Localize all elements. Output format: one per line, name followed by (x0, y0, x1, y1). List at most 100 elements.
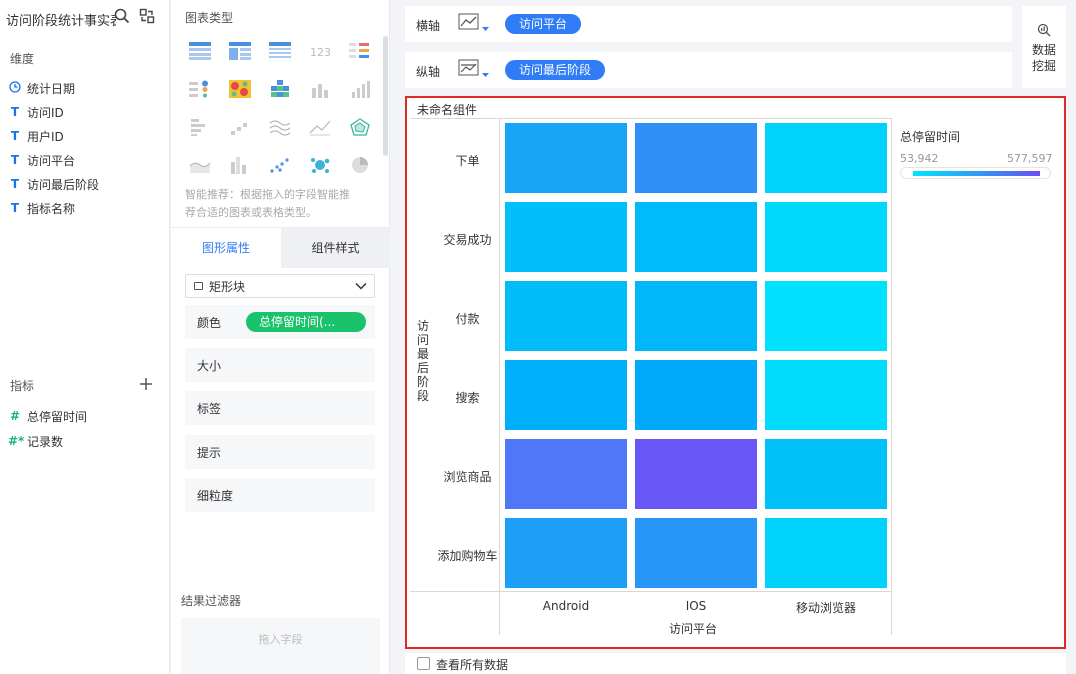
row-label: 下单 (455, 154, 480, 168)
chevron-down-icon (354, 279, 368, 296)
multi-line-chart-icon[interactable] (269, 118, 291, 136)
tooltip-property[interactable]: 提示 (185, 435, 375, 469)
color-legend-bar[interactable] (900, 167, 1051, 179)
metrics-title: 指标 (10, 379, 35, 393)
heatmap-cell[interactable] (505, 518, 627, 588)
pie-chart-icon[interactable] (349, 156, 371, 174)
text-type-icon: T (10, 105, 20, 119)
data-mining-button[interactable]: 数据 挖掘 (1022, 6, 1066, 88)
show-all-data-label[interactable]: 查看所有数据 (436, 656, 508, 673)
detail-table-icon[interactable] (269, 42, 291, 60)
point-map-icon[interactable] (189, 80, 211, 98)
legend-min-value: 53,942 (900, 152, 939, 165)
show-all-data-checkbox[interactable] (417, 657, 430, 670)
heatmap-cell[interactable] (765, 202, 887, 272)
heatmap-cell[interactable] (765, 360, 887, 430)
x-axis-title: 访问平台 (669, 622, 718, 636)
heat-region-map-icon[interactable] (229, 80, 251, 98)
dataset-title[interactable]: 访问阶段统计事实表 (6, 10, 116, 29)
legend-gradient (913, 171, 1040, 176)
line-chart-dropdown-icon[interactable] (457, 58, 491, 82)
granularity-property-label: 细粒度 (197, 488, 234, 503)
area-chart-icon[interactable] (189, 156, 211, 174)
tooltip-property-label: 提示 (197, 445, 222, 460)
label-property-label: 标签 (197, 401, 222, 416)
heatmap-cell[interactable] (635, 360, 757, 430)
color-property[interactable]: 颜色 总停留时间(... (185, 305, 375, 339)
metric-item-total-stay[interactable]: # 总停留时间 (8, 406, 87, 426)
heatmap-cell[interactable] (505, 202, 627, 272)
y-axis-row: 纵轴 访问最后阶段 (405, 52, 1012, 88)
kpi-card-icon[interactable] (349, 42, 371, 60)
filter-dropzone[interactable]: 拖入字段 (181, 618, 380, 674)
radar-chart-icon[interactable] (349, 118, 371, 136)
add-icon[interactable] (138, 376, 154, 392)
row-label: 付款 (455, 312, 480, 326)
chart-types-scrollbar[interactable] (383, 36, 388, 156)
heatmap-cell[interactable] (635, 439, 757, 509)
column-chart-icon[interactable] (349, 80, 371, 98)
y-axis-field-pill[interactable]: 访问最后阶段 (505, 60, 606, 80)
stacked-bar-icon[interactable] (189, 118, 211, 136)
dimension-item-stat-date[interactable]: 统计日期 (8, 78, 75, 98)
tab-component-style[interactable]: 组件样式 (281, 228, 390, 268)
data-mining-label-line2: 挖掘 (1031, 59, 1056, 73)
heatmap-cell[interactable] (505, 360, 627, 430)
dimension-label: 访问ID (27, 105, 64, 120)
table-chart-icon[interactable] (189, 42, 211, 60)
heatmap-cell[interactable] (635, 202, 757, 272)
heatmap-cell[interactable] (765, 439, 887, 509)
shape-select[interactable]: 矩形块 (185, 274, 375, 298)
row-label: 交易成功 (443, 233, 492, 247)
heatmap-cell[interactable] (635, 518, 757, 588)
scatter-chart-icon[interactable] (269, 156, 291, 174)
crosstab-chart-icon[interactable] (229, 42, 251, 60)
heatmap-cell[interactable] (505, 281, 627, 351)
heatmap-cell[interactable] (765, 281, 887, 351)
heatmap-cell[interactable] (765, 123, 887, 193)
footer-bar: 查看所有数据 (405, 653, 1066, 674)
granularity-property[interactable]: 细粒度 (185, 478, 375, 512)
label-property[interactable]: 标签 (185, 391, 375, 425)
config-panel: 图表类型 123 智能推荐：根据拖入的字段智能推荐合适的图表或表格类型。 图形属… (171, 0, 390, 674)
size-property-label: 大小 (197, 358, 222, 373)
waterfall-chart-icon[interactable] (229, 118, 251, 136)
chart-types-title: 图表类型 (185, 11, 234, 25)
kpi-number-icon[interactable]: 123 (309, 42, 331, 60)
clock-icon (8, 80, 22, 96)
x-axis-row: 横轴 访问平台 (405, 6, 1012, 42)
heatmap-cell[interactable] (635, 281, 757, 351)
dimension-item-platform[interactable]: T 访问平台 (8, 150, 75, 170)
line-chart-icon[interactable] (309, 118, 331, 136)
heatmap-grid-icon[interactable] (269, 80, 291, 98)
rectangle-shape-icon (194, 282, 203, 290)
heatmap-cell[interactable] (505, 123, 627, 193)
line-chart-dropdown-icon[interactable] (457, 12, 491, 36)
dimension-item-metric-name[interactable]: T 指标名称 (8, 198, 75, 218)
component-title[interactable]: 未命名组件 (417, 101, 477, 118)
bubble-chart-icon[interactable] (309, 156, 331, 174)
switch-dataset-icon[interactable] (139, 8, 155, 24)
tab-graphic-properties[interactable]: 图形属性 (171, 228, 281, 268)
bar-chart-icon[interactable] (309, 80, 331, 98)
x-axis-field-pill[interactable]: 访问平台 (505, 14, 582, 34)
dimension-item-visit-id[interactable]: T 访问ID (8, 102, 64, 122)
app-root: 访问阶段统计事实表 维度 统计日期 T 访问ID T 用户ID T 访问平台 T… (0, 0, 1076, 674)
size-property[interactable]: 大小 (185, 348, 375, 382)
heatmap-cell[interactable] (505, 439, 627, 509)
search-icon[interactable] (114, 8, 130, 24)
chart-bottom-line (410, 591, 891, 592)
heatmap-cell[interactable] (765, 518, 887, 588)
metric-item-record-count[interactable]: #* 记录数 (8, 431, 63, 451)
color-field-pill[interactable]: 总停留时间(... (246, 312, 366, 332)
dimension-label: 访问平台 (27, 153, 76, 168)
text-type-icon: T (10, 201, 20, 215)
grouped-bar-icon[interactable] (229, 156, 251, 174)
chart-top-line (410, 118, 891, 119)
chart-component[interactable]: 未命名组件 访问最后阶段 下单 交易成功 付款 搜索 浏览商品 添加购物车 Android… (405, 96, 1066, 649)
dimension-item-last-stage[interactable]: T 访问最后阶段 (8, 174, 99, 194)
heatmap-cell[interactable] (635, 123, 757, 193)
row-label: 添加购物车 (437, 549, 498, 563)
chart-right-line (891, 118, 892, 635)
dimension-item-user-id[interactable]: T 用户ID (8, 126, 64, 146)
